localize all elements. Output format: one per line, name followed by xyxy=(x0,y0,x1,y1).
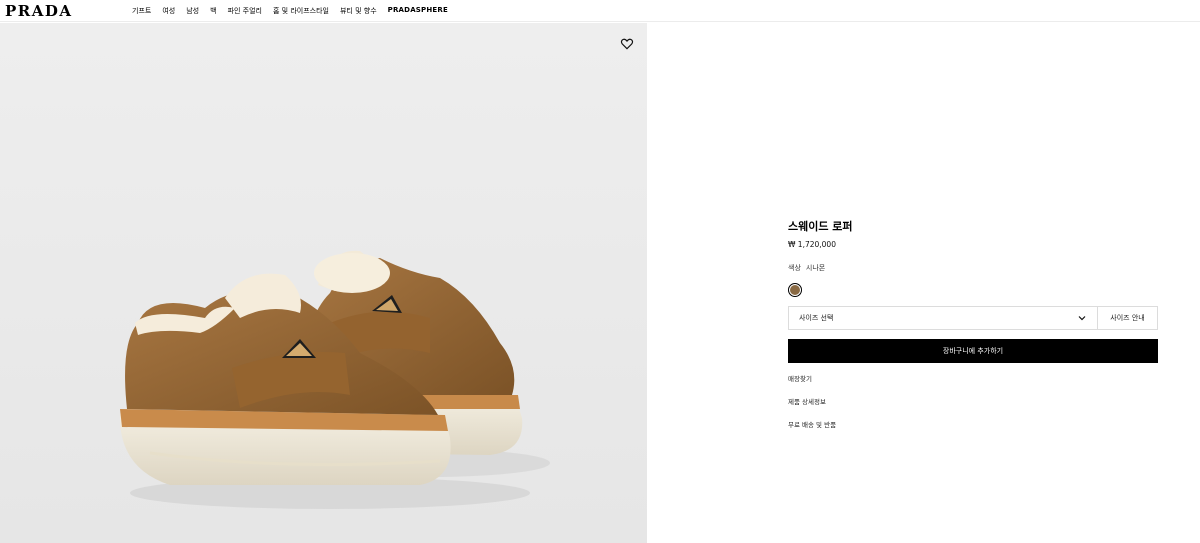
color-row: 색상 시나몬 xyxy=(788,263,1158,273)
size-select-label: 사이즈 선택 xyxy=(799,314,834,322)
size-select[interactable]: 사이즈 선택 xyxy=(788,306,1098,330)
nav-item-men[interactable]: 남성 xyxy=(186,6,199,16)
size-row: 사이즈 선택 사이즈 안내 xyxy=(788,306,1158,330)
shipping-returns-link[interactable]: 무료 배송 및 반품 xyxy=(788,419,1158,429)
nav-item-women[interactable]: 여성 xyxy=(162,6,175,16)
add-to-cart-button[interactable]: 장바구니에 추가하기 xyxy=(788,339,1158,363)
color-swatch-selected[interactable] xyxy=(788,283,802,297)
nav-item-fine-jewelry[interactable]: 파인 주얼리 xyxy=(228,6,262,16)
product-image xyxy=(0,23,647,543)
color-value: 시나몬 xyxy=(805,264,826,272)
heart-icon[interactable] xyxy=(620,37,634,51)
prada-logo[interactable]: PRADA xyxy=(5,2,73,20)
product-links: 매장찾기 제품 상세정보 무료 배송 및 반품 xyxy=(788,373,1158,429)
store-locator-link[interactable]: 매장찾기 xyxy=(788,373,1158,383)
nav-item-gift[interactable]: 기프트 xyxy=(132,6,151,16)
color-label: 색상 xyxy=(788,264,801,272)
nav-item-bags[interactable]: 백 xyxy=(210,6,216,16)
product-details: 스웨이드 로퍼 ₩ 1,720,000 색상 시나몬 사이즈 선택 사이즈 안내 … xyxy=(788,218,1158,442)
size-guide-button[interactable]: 사이즈 안내 xyxy=(1098,306,1158,330)
product-gallery xyxy=(0,23,647,543)
nav-item-home-lifestyle[interactable]: 홈 및 라이프스타일 xyxy=(273,6,329,16)
top-header: PRADA 기프트 여성 남성 백 파인 주얼리 홈 및 라이프스타일 뷰티 및… xyxy=(0,0,1200,22)
product-price: ₩ 1,720,000 xyxy=(788,240,836,249)
chevron-down-icon xyxy=(1078,316,1086,321)
main-nav: 기프트 여성 남성 백 파인 주얼리 홈 및 라이프스타일 뷰티 및 향수 PR… xyxy=(132,6,459,16)
product-details-link[interactable]: 제품 상세정보 xyxy=(788,396,1158,406)
product-title: 스웨이드 로퍼 xyxy=(788,220,853,233)
nav-item-pradasphere[interactable]: PRADASPHERE xyxy=(388,6,448,16)
nav-item-beauty-fragrance[interactable]: 뷰티 및 향수 xyxy=(340,6,377,16)
color-swatch xyxy=(790,285,800,295)
